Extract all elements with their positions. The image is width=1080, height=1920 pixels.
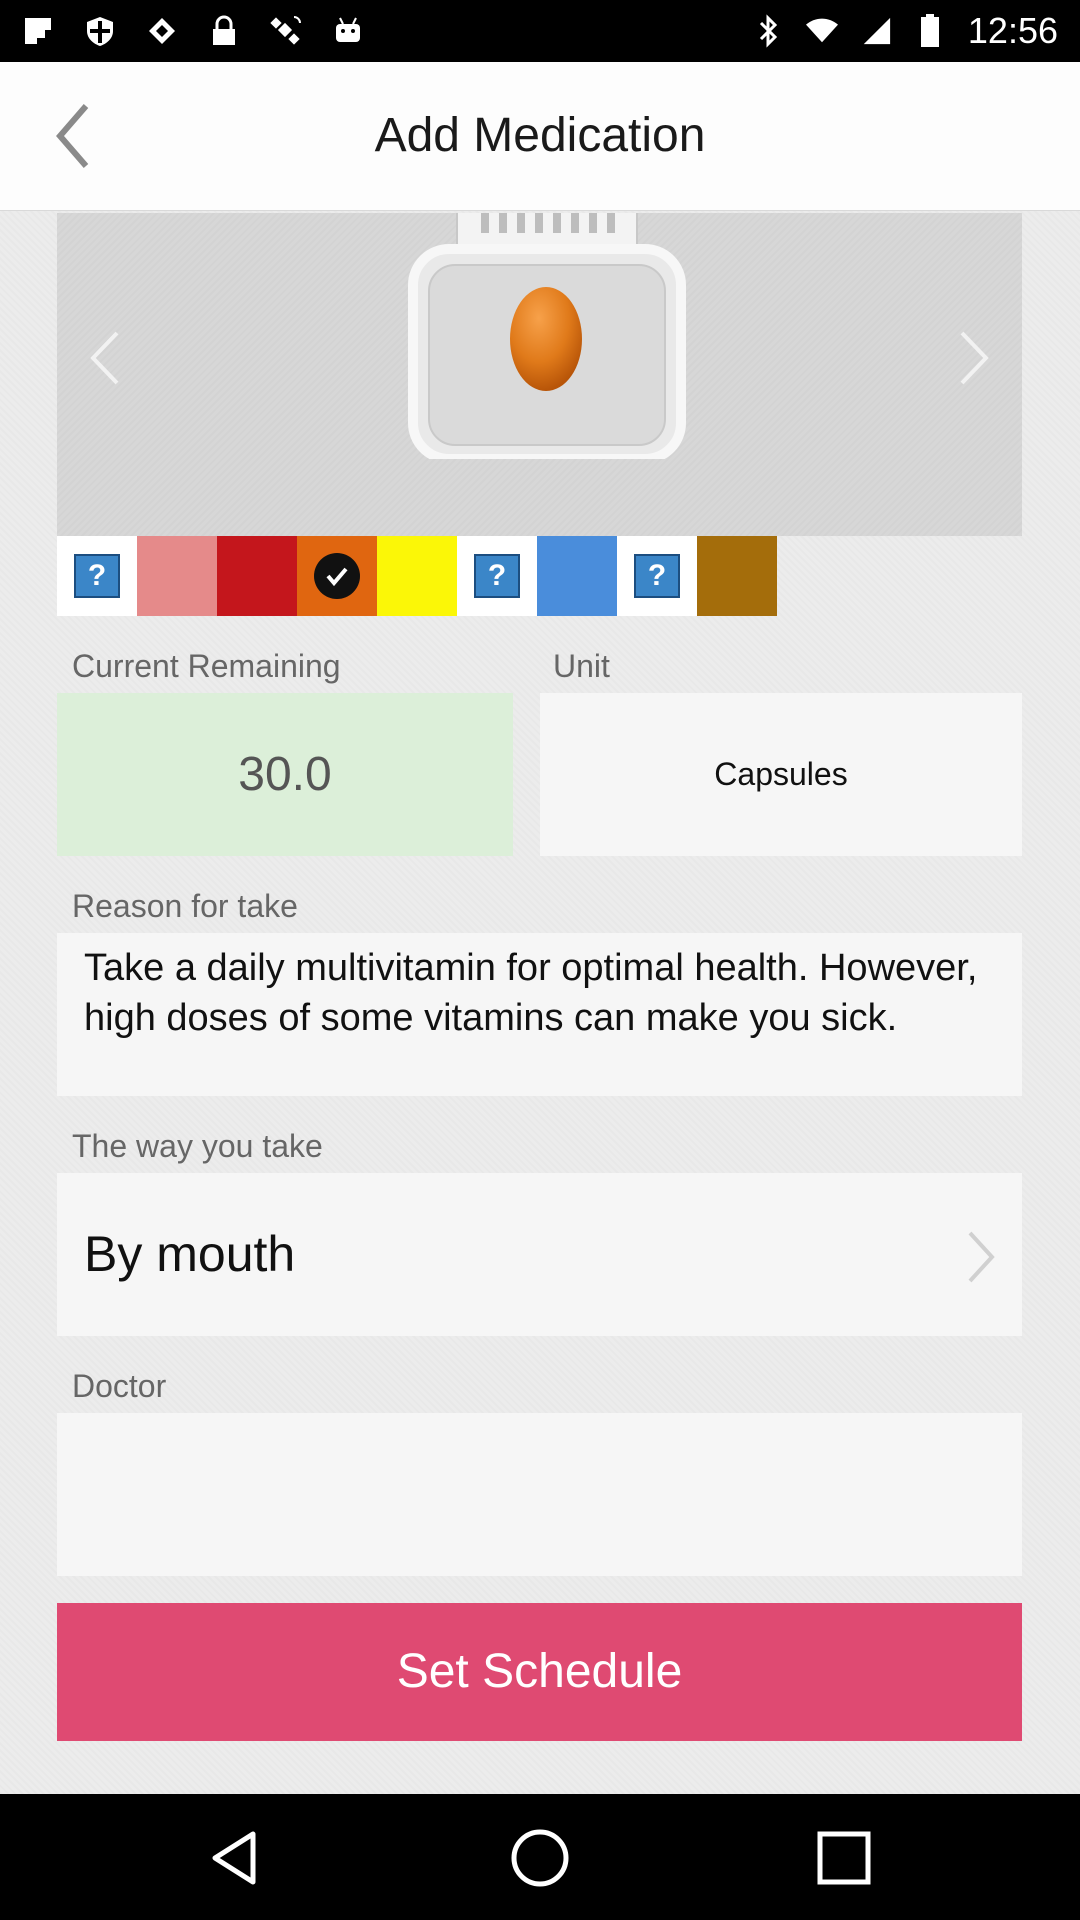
way-selector[interactable]: By mouth	[57, 1173, 1022, 1336]
doctor-label: Doctor	[72, 1368, 167, 1404]
reason-value: Take a daily multivitamin for optimal he…	[84, 947, 978, 1039]
question-icon: ?	[634, 554, 680, 598]
reason-label: Reason for take	[72, 888, 298, 924]
app-header: Add Medication	[0, 62, 1080, 211]
bluetooth-icon	[752, 14, 784, 48]
lock-icon	[208, 15, 240, 47]
flipboard-icon	[22, 15, 54, 47]
pill-image-carousel[interactable]	[57, 213, 1022, 536]
color-swatch[interactable]: ?	[457, 536, 537, 616]
system-nav-bar	[0, 1794, 1080, 1920]
nav-recents-button[interactable]	[812, 1826, 876, 1890]
circle-home-icon	[511, 1829, 569, 1887]
battery-icon	[914, 14, 946, 47]
current-remaining-value: 30.0	[238, 748, 332, 801]
chevron-right-icon	[960, 331, 989, 385]
set-schedule-button[interactable]: Set Schedule	[57, 1603, 1022, 1741]
triangle-back-icon	[212, 1831, 256, 1885]
carousel-prev-button[interactable]	[77, 313, 137, 403]
color-swatch[interactable]	[377, 536, 457, 616]
carousel-next-button[interactable]	[942, 313, 1002, 403]
nav-back-button[interactable]	[205, 1826, 269, 1890]
nav-home-button[interactable]	[508, 1826, 572, 1890]
chevron-right-icon	[962, 1229, 998, 1285]
color-swatch[interactable]	[537, 536, 617, 616]
color-swatch[interactable]	[297, 536, 377, 616]
question-icon: ?	[474, 554, 520, 598]
signal-icon	[860, 15, 892, 47]
unit-value: Capsules	[714, 756, 848, 792]
reason-field[interactable]: Take a daily multivitamin for optimal he…	[57, 933, 1022, 1096]
way-label: The way you take	[72, 1128, 323, 1164]
square-recents-icon	[817, 1831, 871, 1885]
unit-field[interactable]: Capsules	[540, 693, 1022, 856]
pill-bottle-image	[397, 213, 697, 464]
current-remaining-label: Current Remaining	[72, 648, 341, 684]
android-icon	[332, 15, 364, 47]
chevron-left-icon	[90, 331, 119, 385]
doctor-field[interactable]	[57, 1413, 1022, 1576]
status-time: 12:56	[967, 10, 1058, 51]
question-icon: ?	[74, 554, 120, 598]
check-icon	[314, 553, 360, 599]
satellite-icon	[270, 15, 302, 47]
color-swatch[interactable]	[697, 536, 777, 616]
status-bar: 12:56	[0, 0, 1080, 62]
color-swatch-picker: ???	[57, 536, 777, 616]
color-swatch[interactable]	[217, 536, 297, 616]
diamond-icon	[146, 15, 178, 47]
unit-label: Unit	[553, 648, 610, 684]
current-remaining-field[interactable]: 30.0	[57, 693, 513, 856]
wifi-icon	[805, 15, 838, 47]
color-swatch[interactable]: ?	[617, 536, 697, 616]
page-title: Add Medication	[374, 109, 706, 162]
way-value: By mouth	[84, 1226, 296, 1282]
color-swatch[interactable]	[137, 536, 217, 616]
shield-icon	[84, 15, 116, 47]
color-swatch[interactable]: ?	[57, 536, 137, 616]
